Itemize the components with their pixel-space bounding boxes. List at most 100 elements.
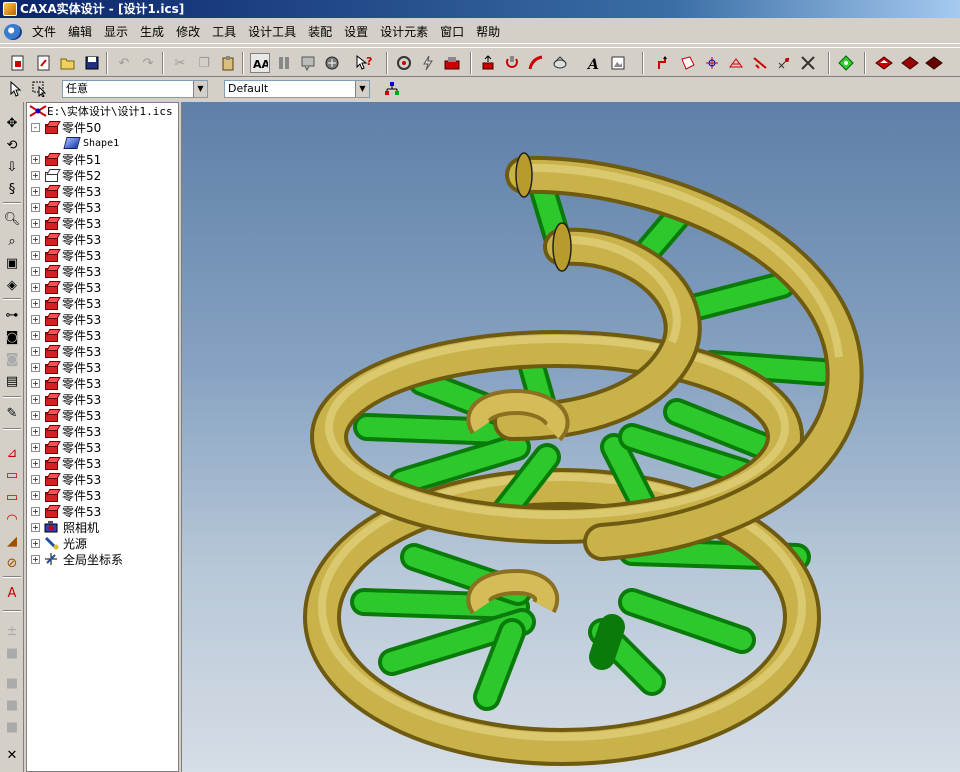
menu-view[interactable]: 显示 bbox=[98, 21, 134, 43]
copy-icon[interactable]: ❐ bbox=[194, 53, 214, 73]
tool-disabled-icon[interactable]: ■ bbox=[2, 718, 22, 736]
orbit-icon[interactable]: ⟲ bbox=[2, 136, 22, 154]
menu-window[interactable]: 窗口 bbox=[434, 21, 470, 43]
menu-settings[interactable]: 设置 bbox=[338, 21, 374, 43]
tree-item[interactable]: + 零件53 bbox=[31, 343, 101, 359]
chevron-down-icon[interactable]: ▼ bbox=[355, 81, 369, 97]
expand-icon[interactable]: + bbox=[31, 234, 40, 244]
hint-icon[interactable] bbox=[298, 53, 318, 73]
dimension-icon[interactable] bbox=[774, 53, 794, 73]
expand-icon[interactable]: + bbox=[31, 522, 40, 532]
tree-item[interactable]: + 零件53 bbox=[31, 455, 101, 471]
tree-item[interactable]: + 零件53 bbox=[31, 391, 101, 407]
surface-icon[interactable] bbox=[678, 53, 698, 73]
tree-item[interactable]: + 零件53 bbox=[31, 327, 101, 343]
menu-design-elements[interactable]: 设计元素 bbox=[374, 21, 434, 43]
expand-icon[interactable]: + bbox=[31, 506, 40, 516]
split-icon[interactable] bbox=[798, 53, 818, 73]
collapse-icon[interactable]: - bbox=[31, 122, 40, 132]
expand-icon[interactable]: + bbox=[31, 378, 40, 388]
tree-item[interactable]: + 零件53 bbox=[31, 279, 101, 295]
look-at-icon[interactable]: ◈ bbox=[2, 276, 22, 294]
style-select[interactable]: Default ▼ bbox=[224, 80, 370, 98]
zoom-icon[interactable]: 🔍︎ bbox=[2, 210, 22, 228]
walk-icon[interactable]: § bbox=[2, 180, 22, 198]
pan-icon[interactable]: ✥ bbox=[2, 114, 22, 132]
expand-icon[interactable]: + bbox=[31, 298, 40, 308]
point-icon[interactable] bbox=[702, 53, 722, 73]
expand-icon[interactable]: + bbox=[31, 362, 40, 372]
tree-item[interactable]: + 全局坐标系 bbox=[31, 551, 123, 567]
cut-icon[interactable]: ✂ bbox=[170, 53, 190, 73]
extrude-icon[interactable] bbox=[478, 53, 498, 73]
smart-snap-icon[interactable] bbox=[836, 53, 856, 73]
expand-icon[interactable]: + bbox=[31, 410, 40, 420]
tree-item[interactable]: + 零件53 bbox=[31, 215, 101, 231]
help-pointer-icon[interactable]: ? bbox=[354, 53, 374, 73]
tree-item[interactable]: - 零件50 bbox=[31, 119, 101, 135]
tree-item[interactable]: + 零件53 bbox=[31, 439, 101, 455]
tree-item[interactable]: + 光源 bbox=[31, 535, 87, 551]
sweep-icon[interactable] bbox=[526, 53, 546, 73]
tree-item[interactable]: + 零件53 bbox=[31, 375, 101, 391]
new-drawing-icon[interactable] bbox=[34, 53, 54, 73]
circle-icon[interactable]: ⊘ bbox=[2, 554, 22, 572]
plane-icon[interactable] bbox=[726, 53, 746, 73]
tree-item[interactable]: + 零件53 bbox=[31, 295, 101, 311]
move-camera-icon[interactable]: ⇩ bbox=[2, 158, 22, 176]
tree-item[interactable]: + 零件52 bbox=[31, 167, 101, 183]
render-icon[interactable] bbox=[322, 53, 342, 73]
tree-item[interactable]: + 零件53 bbox=[31, 503, 101, 519]
slope-icon[interactable]: ◢ bbox=[2, 532, 22, 550]
tree-item[interactable]: + 零件53 bbox=[31, 199, 101, 215]
expand-icon[interactable]: + bbox=[31, 330, 40, 340]
tree-item[interactable]: + 零件53 bbox=[31, 407, 101, 423]
redo-icon[interactable]: ↷ bbox=[138, 53, 158, 73]
tree-item[interactable]: + 零件53 bbox=[31, 183, 101, 199]
image-icon[interactable] bbox=[608, 53, 628, 73]
tree-item[interactable]: + 照相机 bbox=[31, 519, 99, 535]
tool-disabled-icon[interactable]: ■ bbox=[2, 696, 22, 714]
camera-disabled-icon[interactable]: ◙ bbox=[2, 350, 22, 368]
camera-view-icon[interactable]: ▤ bbox=[2, 372, 22, 390]
chamfer-icon[interactable] bbox=[924, 53, 944, 73]
3d-viewport[interactable] bbox=[181, 102, 960, 772]
system-menu-icon[interactable] bbox=[4, 23, 22, 40]
save-icon[interactable] bbox=[82, 53, 102, 73]
tree-item[interactable]: Shape1 bbox=[63, 135, 119, 151]
expand-icon[interactable]: + bbox=[31, 250, 40, 260]
measure-icon[interactable] bbox=[750, 53, 770, 73]
shell-icon[interactable] bbox=[874, 53, 894, 73]
menu-help[interactable]: 帮助 bbox=[470, 21, 506, 43]
expand-icon[interactable]: + bbox=[31, 346, 40, 356]
expand-icon[interactable]: + bbox=[31, 170, 40, 180]
menu-edit[interactable]: 编辑 bbox=[62, 21, 98, 43]
add-disabled-icon[interactable]: ± bbox=[2, 622, 22, 640]
expand-icon[interactable]: + bbox=[31, 266, 40, 276]
camera-icon[interactable]: ◙ bbox=[2, 328, 22, 346]
expand-icon[interactable]: + bbox=[31, 490, 40, 500]
menu-design-tools[interactable]: 设计工具 bbox=[242, 21, 302, 43]
pause-icon[interactable] bbox=[274, 53, 294, 73]
menu-file[interactable]: 文件 bbox=[26, 21, 62, 43]
zoom-fit-icon[interactable]: ▣ bbox=[2, 254, 22, 272]
tree-item[interactable]: + 零件53 bbox=[31, 247, 101, 263]
expand-icon[interactable]: + bbox=[31, 442, 40, 452]
tree-item[interactable]: + 零件53 bbox=[31, 311, 101, 327]
tool-disabled-icon[interactable]: ■ bbox=[2, 674, 22, 692]
tree-item[interactable]: + 零件53 bbox=[31, 423, 101, 439]
tree-item[interactable]: + 零件53 bbox=[31, 231, 101, 247]
expand-icon[interactable]: + bbox=[31, 202, 40, 212]
curve-icon[interactable] bbox=[654, 53, 674, 73]
menu-tools[interactable]: 工具 bbox=[206, 21, 242, 43]
expand-icon[interactable]: + bbox=[31, 314, 40, 324]
catalog-icon[interactable] bbox=[442, 53, 462, 73]
expand-icon[interactable]: + bbox=[31, 554, 40, 564]
design-tree-icon[interactable] bbox=[394, 53, 414, 73]
revolve-icon[interactable] bbox=[502, 53, 522, 73]
measure-tool-icon[interactable]: ✕ bbox=[2, 746, 22, 764]
pick-filter-select[interactable]: 任意 ▼ bbox=[62, 80, 208, 98]
chevron-down-icon[interactable]: ▼ bbox=[193, 81, 207, 97]
sketch-icon[interactable]: ✎ bbox=[2, 404, 22, 422]
tree-item[interactable]: + 零件53 bbox=[31, 263, 101, 279]
